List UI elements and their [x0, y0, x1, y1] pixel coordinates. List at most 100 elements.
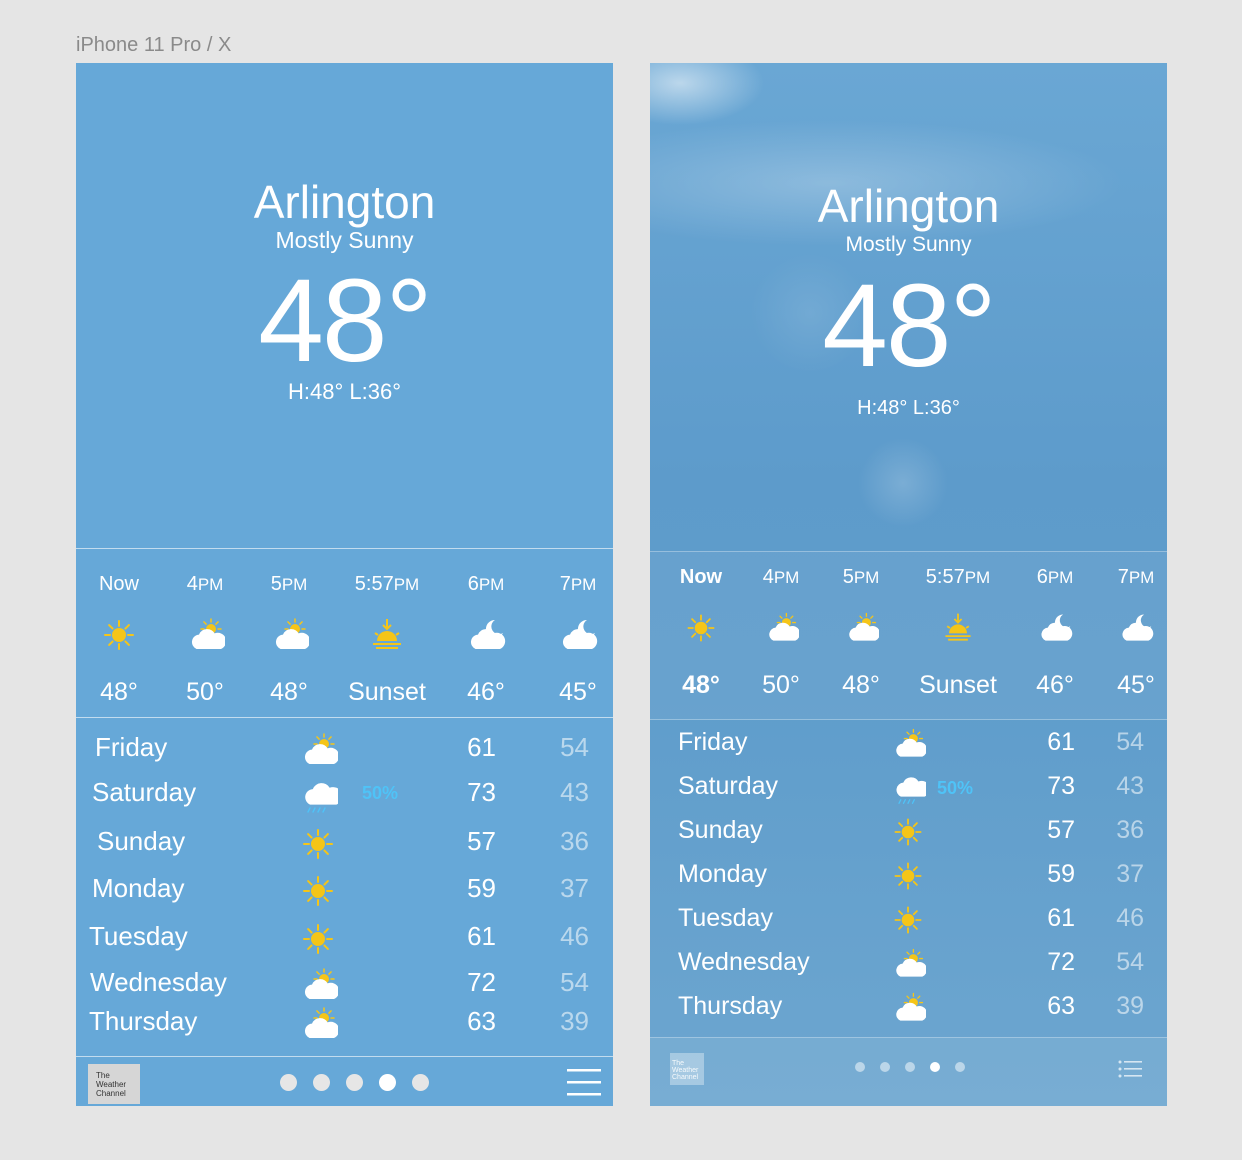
- weather-channel-logo[interactable]: The Weather Channel: [670, 1053, 704, 1085]
- partly-cloudy-icon: [298, 1004, 340, 1049]
- rain-cloud-icon: [298, 775, 343, 820]
- high-temperature: 72: [1047, 948, 1075, 976]
- list-icon[interactable]: [567, 1069, 601, 1097]
- hour-label: 4PM: [762, 566, 800, 588]
- high-temperature: 61: [1047, 904, 1075, 932]
- hi-lo-text: H:48° L:36°: [857, 397, 960, 419]
- list-icon[interactable]: [1118, 1060, 1142, 1078]
- divider: [650, 719, 1167, 720]
- day-name: Wednesday: [90, 967, 227, 997]
- hour-label: Now: [679, 566, 723, 588]
- page-dot[interactable]: [880, 1062, 890, 1072]
- phone-mockup-flat: Arlington Mostly Sunny 48° H:48° L:36° N…: [76, 63, 613, 1106]
- cloudy-night-icon: [558, 615, 598, 660]
- hour-temperature: 46°: [1036, 671, 1074, 699]
- day-name: Sunday: [678, 816, 763, 844]
- hour-temperature: 48°: [100, 678, 138, 706]
- sun-icon: [298, 919, 338, 964]
- page-dot[interactable]: [855, 1062, 865, 1072]
- high-temperature: 59: [467, 873, 496, 903]
- high-temperature: 61: [1047, 728, 1075, 756]
- sun-icon: [99, 615, 139, 660]
- hour-temperature: 48°: [682, 671, 720, 699]
- page-dot[interactable]: [313, 1074, 330, 1091]
- cloudy-night-icon: [466, 615, 506, 660]
- daily-row: Tuesday 61 46: [76, 919, 613, 959]
- page-dot[interactable]: [346, 1074, 363, 1091]
- day-name: Tuesday: [678, 904, 773, 932]
- daily-row: Friday 61 54: [76, 730, 613, 770]
- high-temperature: 61: [467, 921, 496, 951]
- day-name: Friday: [678, 728, 748, 756]
- sun-icon: [890, 858, 926, 899]
- daily-row: Saturday 50% 73 43: [76, 775, 613, 815]
- low-temperature: 36: [560, 826, 589, 856]
- day-name: Saturday: [678, 772, 779, 800]
- hour-label: 5PM: [842, 566, 880, 588]
- high-temperature: 63: [467, 1006, 496, 1036]
- page-dot[interactable]: [905, 1062, 915, 1072]
- frame-label: iPhone 11 Pro / X: [76, 34, 232, 56]
- partly-cloudy-icon: [298, 730, 340, 775]
- low-temperature: 43: [560, 777, 589, 807]
- hour-temperature: Sunset: [919, 671, 997, 699]
- page-indicator[interactable]: [280, 1074, 429, 1091]
- current-temperature: 48°: [258, 255, 432, 387]
- hour-temperature: 45°: [559, 678, 597, 706]
- day-name: Sunday: [97, 826, 186, 856]
- partly-cloudy-icon: [890, 990, 928, 1031]
- daily-row: Thursday 63 39: [650, 990, 1167, 1030]
- page-dot[interactable]: [280, 1074, 297, 1091]
- daily-row: Sunday 57 36: [76, 824, 613, 864]
- sun-icon: [890, 902, 926, 943]
- divider: [650, 1037, 1167, 1038]
- partly-cloudy-icon: [185, 615, 227, 660]
- page-dot-active[interactable]: [379, 1074, 396, 1091]
- divider: [76, 717, 613, 718]
- high-temperature: 73: [467, 777, 496, 807]
- day-name: Saturday: [92, 777, 197, 807]
- low-temperature: 54: [560, 967, 589, 997]
- sun-icon: [298, 824, 338, 869]
- hour-temperature: 50°: [186, 678, 224, 706]
- sun-icon: [890, 814, 926, 855]
- weather-channel-logo[interactable]: The Weather Channel: [88, 1064, 140, 1104]
- daily-row: Wednesday 72 54: [76, 965, 613, 1005]
- hour-temperature: 48°: [270, 678, 308, 706]
- daily-row: Wednesday 72 54: [650, 946, 1167, 986]
- daily-row: Thursday 63 39: [76, 1004, 613, 1044]
- day-name: Thursday: [89, 1006, 198, 1036]
- low-temperature: 43: [1116, 772, 1144, 800]
- high-temperature: 59: [1047, 860, 1075, 888]
- city-name: Arlington: [253, 176, 436, 228]
- page-dot[interactable]: [955, 1062, 965, 1072]
- hour-label: 6PM: [467, 573, 505, 595]
- hour-label: Now: [98, 573, 139, 595]
- page-dot[interactable]: [412, 1074, 429, 1091]
- footer-background: [650, 1038, 1167, 1106]
- high-temperature: 57: [1047, 816, 1075, 844]
- high-temperature: 73: [1047, 772, 1075, 800]
- partly-cloudy-icon: [890, 946, 928, 987]
- low-temperature: 39: [560, 1006, 589, 1036]
- low-temperature: 37: [560, 873, 589, 903]
- hour-label: 5:57PM: [925, 566, 991, 588]
- hour-temperature: 46°: [467, 678, 505, 706]
- cloudy-night-icon: [1118, 610, 1154, 651]
- low-temperature: 46: [560, 921, 589, 951]
- high-temperature: 61: [467, 732, 496, 762]
- low-temperature: 39: [1116, 992, 1144, 1020]
- day-name: Monday: [92, 873, 185, 903]
- low-temperature: 54: [560, 732, 589, 762]
- hour-label: 7PM: [1117, 566, 1155, 588]
- page-indicator[interactable]: [855, 1062, 965, 1072]
- hour-label: 5:57PM: [354, 573, 420, 595]
- precipitation-chance: 50%: [362, 783, 399, 803]
- hour-label: 5PM: [270, 573, 308, 595]
- page-dot-active[interactable]: [930, 1062, 940, 1072]
- daily-row: Sunday 57 36: [650, 814, 1167, 854]
- hour-label: 7PM: [559, 573, 597, 595]
- daily-row: Tuesday 61 46: [650, 902, 1167, 942]
- high-temperature: 72: [467, 967, 496, 997]
- divider: [650, 551, 1167, 552]
